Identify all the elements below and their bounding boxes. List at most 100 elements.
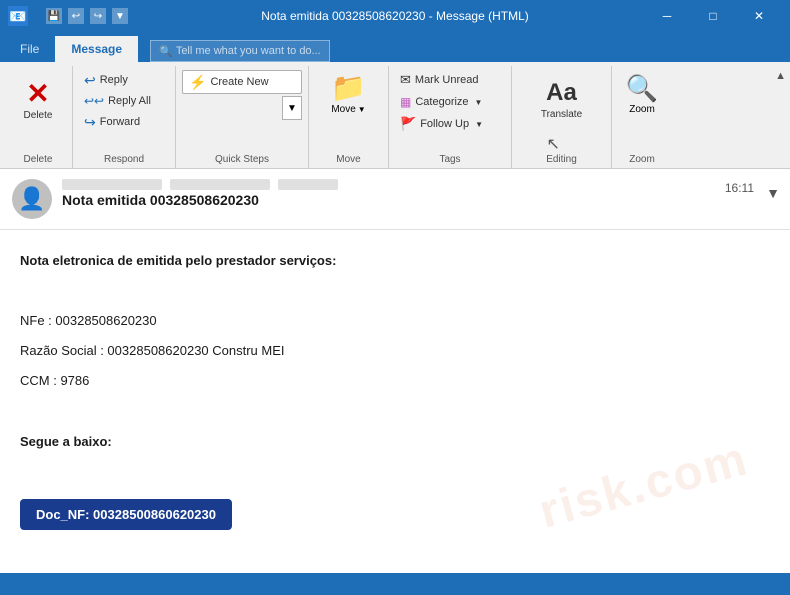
- title-bar: 📧 💾 ↩ ↪ ▼ Nota emitida 00328508620230 - …: [0, 0, 790, 32]
- zoom-content: 🔍 Zoom: [621, 66, 663, 152]
- create-new-icon: ⚡: [189, 74, 206, 91]
- body-line1: Nota eletronica de emitida pelo prestado…: [20, 250, 730, 272]
- quick-steps-dropdown[interactable]: ▼: [282, 96, 302, 120]
- body-spacer1: [20, 280, 730, 302]
- forward-label: Forward: [100, 116, 140, 128]
- quick-steps-more: ▼: [182, 96, 302, 120]
- reply-all-icon: ↩↩: [84, 94, 104, 108]
- tags-group-label: Tags: [395, 152, 505, 168]
- reply-label: Reply: [100, 74, 128, 86]
- message-body: Nota eletronica de emitida pelo prestado…: [0, 230, 790, 550]
- expand-button[interactable]: ▼: [766, 185, 780, 201]
- move-group-label: Move: [315, 152, 382, 168]
- editing-group-label: Editing: [518, 152, 605, 168]
- delete-button[interactable]: ✕ Delete: [12, 68, 64, 134]
- window-controls: ─ □ ✕: [644, 0, 782, 32]
- forward-icon: ↪: [84, 114, 96, 131]
- respond-group-content: ↩ Reply ↩↩ Reply All ↪ Forward: [79, 66, 169, 152]
- categorize-button[interactable]: ▦ Categorize ▼: [395, 92, 505, 112]
- save-titlebar-button[interactable]: 💾: [46, 8, 62, 24]
- ribbon-content: ✕ Delete Delete ↩ Reply ↩↩ Reply All: [0, 62, 790, 168]
- redo-titlebar-button[interactable]: ↪: [90, 8, 106, 24]
- tell-me-search[interactable]: 🔍 Tell me what you want to do...: [150, 40, 330, 62]
- tags-col: ✉ Mark Unread ▦ Categorize ▼ 🚩 Follow Up…: [395, 68, 505, 134]
- undo-titlebar-button[interactable]: ↩: [68, 8, 84, 24]
- create-new-label: Create New: [210, 76, 268, 88]
- tab-file[interactable]: File: [4, 36, 55, 62]
- quicksteps-group-label: Quick Steps: [182, 152, 302, 168]
- qat-dropdown-button[interactable]: ▼: [112, 8, 128, 24]
- mark-unread-button[interactable]: ✉ Mark Unread: [395, 70, 505, 90]
- document-download-button[interactable]: Doc_NF: 00328500860620230: [20, 499, 232, 530]
- message-subject: Nota emitida 00328508620230: [62, 192, 778, 208]
- title-bar-left: 📧 💾 ↩ ↪ ▼: [8, 6, 128, 26]
- zoom-label: Zoom: [629, 104, 655, 115]
- cursor-select-button[interactable]: ↖: [542, 132, 582, 152]
- create-new-button[interactable]: ⚡ Create New: [182, 70, 302, 94]
- message-meta: Nota emitida 00328508620230: [62, 179, 778, 208]
- status-bar: [0, 573, 790, 595]
- follow-up-icon: 🚩: [400, 116, 416, 132]
- ribbon-group-respond: ↩ Reply ↩↩ Reply All ↪ Forward Respond: [73, 66, 176, 168]
- sender-email-placeholder: [170, 179, 270, 190]
- app-icon: 📧: [8, 6, 28, 26]
- move-dropdown: Move ▼: [331, 104, 365, 115]
- sender-extra-placeholder: [278, 179, 338, 190]
- body-spacer3: [20, 461, 730, 483]
- ribbon-group-delete: ✕ Delete Delete: [4, 66, 73, 168]
- editing-content: Aa Translate ↖: [532, 66, 592, 152]
- reply-all-label: Reply All: [108, 95, 151, 107]
- translate-icon: Aa: [546, 79, 577, 107]
- delete-label: Delete: [24, 110, 53, 122]
- message-container: 👤 Nota emitida 00328508620230 16:11 ▼ No…: [0, 169, 790, 573]
- sender-avatar: 👤: [12, 179, 52, 219]
- zoom-button[interactable]: 🔍 Zoom: [621, 68, 663, 120]
- move-button[interactable]: 📁 Move ▼: [322, 68, 375, 118]
- avatar-person-icon: 👤: [18, 186, 45, 212]
- tags-content: ✉ Mark Unread ▦ Categorize ▼ 🚩 Follow Up…: [395, 66, 505, 152]
- respond-buttons: ↩ Reply ↩↩ Reply All ↪ Forward: [79, 68, 169, 132]
- body-ccm: CCM : 9786: [20, 370, 730, 392]
- translate-button[interactable]: Aa Translate: [534, 70, 590, 128]
- ribbon-collapse-icon[interactable]: ▲: [775, 70, 786, 82]
- ribbon-group-zoom: 🔍 Zoom Zoom: [612, 66, 672, 168]
- window-title: Nota emitida 00328508620230 - Message (H…: [261, 9, 528, 23]
- body-razao: Razão Social : 00328508620230 Constru ME…: [20, 340, 730, 362]
- ribbon-group-tags: ✉ Mark Unread ▦ Categorize ▼ 🚩 Follow Up…: [389, 66, 512, 168]
- move-content: 📁 Move ▼: [322, 66, 375, 152]
- close-button[interactable]: ✕: [736, 0, 782, 32]
- message-header: 👤 Nota emitida 00328508620230 16:11 ▼: [0, 169, 790, 230]
- follow-up-label: Follow Up: [420, 118, 469, 130]
- move-label: Move: [331, 104, 355, 115]
- delete-icon: ✕: [26, 80, 49, 108]
- message-time: 16:11: [725, 181, 754, 195]
- move-chevron-icon: ▼: [358, 105, 366, 114]
- body-nfe: NFe : 00328508620230: [20, 310, 730, 332]
- sender-info: [62, 179, 778, 190]
- reply-button[interactable]: ↩ Reply: [79, 70, 169, 90]
- zoom-icon: 🔍: [626, 73, 658, 104]
- minimize-button[interactable]: ─: [644, 0, 690, 32]
- move-area: 📁 Move ▼: [322, 68, 375, 118]
- tab-message[interactable]: Message: [55, 36, 138, 62]
- search-icon: 🔍: [159, 45, 173, 58]
- reply-icon: ↩: [84, 72, 96, 89]
- forward-button[interactable]: ↪ Forward: [79, 112, 169, 132]
- tab-bar: File Message 🔍 Tell me what you want to …: [0, 32, 790, 62]
- delete-group-label: Delete: [10, 152, 66, 168]
- reply-all-button[interactable]: ↩↩ Reply All: [79, 91, 169, 111]
- follow-up-button[interactable]: 🚩 Follow Up ▼: [395, 114, 505, 134]
- ribbon-group-quicksteps: ⚡ Create New ▼ Quick Steps: [176, 66, 309, 168]
- categorize-icon: ▦: [400, 95, 411, 109]
- ribbon-group-move: 📁 Move ▼ Move: [309, 66, 389, 168]
- categorize-chevron-icon: ▼: [475, 98, 483, 107]
- categorize-label: Categorize: [415, 96, 468, 108]
- translate-label: Translate: [541, 109, 582, 120]
- respond-group-label: Respond: [79, 152, 169, 168]
- translate-area: Aa Translate ↖: [532, 68, 592, 152]
- quick-access-toolbar: 💾 ↩ ↪ ▼: [46, 8, 128, 24]
- move-icon: 📁: [331, 71, 366, 104]
- maximize-button[interactable]: □: [690, 0, 736, 32]
- ribbon-collapse[interactable]: ▲: [775, 66, 786, 168]
- zoom-group-label: Zoom: [618, 152, 666, 168]
